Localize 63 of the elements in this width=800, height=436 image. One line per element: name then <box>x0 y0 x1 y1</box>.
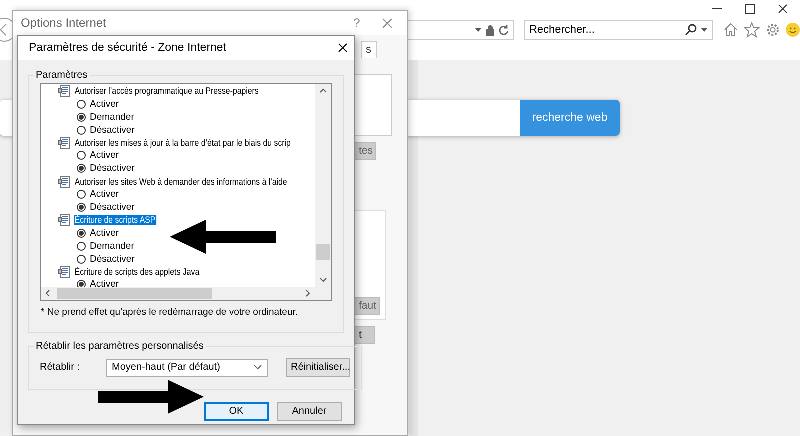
radio-button[interactable] <box>77 100 86 109</box>
reset-button[interactable]: Réinitialiser... <box>286 358 350 377</box>
option-label[interactable]: Demander <box>90 112 134 123</box>
option-label[interactable]: Activer <box>90 189 120 200</box>
level-dropdown[interactable]: Moyen-haut (Par défaut) <box>106 358 268 376</box>
option-label[interactable]: Désactiver <box>90 124 135 136</box>
setting-label[interactable]: Écriture de scripts des applets Java <box>74 266 200 277</box>
script-icon <box>58 214 71 226</box>
close-icon[interactable] <box>778 4 788 14</box>
field-label: Rétablir : <box>40 362 80 373</box>
script-icon <box>58 266 71 278</box>
scroll-up-icon[interactable] <box>320 88 326 93</box>
dropdown-icon[interactable] <box>700 28 708 32</box>
dropdown-icon[interactable] <box>475 28 482 32</box>
note-text: * Ne prend effet qu’après le redémarrage de votre ordinateur. <box>41 307 300 318</box>
group-label: Rétablir les paramètres personnalisés <box>35 341 205 352</box>
search-field[interactable]: Rechercher... <box>524 20 713 40</box>
setting-label[interactable]: Autoriser les sites Web à demander des informations à l’aide <box>74 176 288 187</box>
smiley-icon[interactable] <box>786 23 800 37</box>
dialog-button[interactable]: Annuler <box>277 402 342 421</box>
dialog-button[interactable]: OK <box>204 402 269 421</box>
option-label[interactable]: Désactiver <box>90 163 135 174</box>
home-icon[interactable] <box>722 22 739 38</box>
option-label[interactable]: Désactiver <box>90 202 135 213</box>
option-label[interactable]: Désactiver <box>90 254 135 265</box>
setting-label[interactable]: Écriture de scripts ASP <box>74 215 157 226</box>
script-icon <box>58 176 71 188</box>
script-icon <box>58 137 71 149</box>
radio-button[interactable] <box>77 254 86 264</box>
scroll-left-icon[interactable] <box>45 290 50 297</box>
scroll-down-icon[interactable] <box>320 278 326 283</box>
radio-button[interactable] <box>77 112 86 122</box>
radio-button[interactable] <box>77 228 86 238</box>
star-icon[interactable] <box>744 22 760 38</box>
search-icon[interactable] <box>684 24 697 36</box>
option-label[interactable]: Activer <box>90 228 120 239</box>
option-label[interactable]: Activer <box>90 150 120 162</box>
lock-icon <box>486 24 496 36</box>
radio-button[interactable] <box>77 190 86 200</box>
chevron-icon <box>254 365 262 370</box>
setting-label[interactable]: Autoriser l’accès programmatique au Presse-papiers <box>74 86 260 96</box>
settings-icon[interactable] <box>764 22 781 38</box>
radio-button[interactable] <box>77 126 86 135</box>
dialog-title: Paramètres de sécurité - Zone Internet <box>29 42 228 54</box>
refresh-icon[interactable] <box>499 25 510 35</box>
radio-button[interactable] <box>77 280 86 287</box>
tab[interactable]: s <box>361 41 376 58</box>
setting-label[interactable]: Autoriser les mises à jour à la barre d’état par le biais du scrip <box>74 138 292 148</box>
radio-button[interactable] <box>77 151 86 160</box>
dialog-title: Options Internet <box>21 16 108 30</box>
radio-button[interactable] <box>77 164 86 174</box>
option-label[interactable]: Activer <box>90 279 120 287</box>
radio-button[interactable] <box>77 242 86 251</box>
group-label: Paramètres <box>35 70 89 81</box>
radio-button[interactable] <box>77 202 86 212</box>
option-label[interactable]: Demander <box>90 240 134 252</box>
scrollbar-thumb[interactable] <box>57 288 212 299</box>
scrollbar-thumb[interactable] <box>316 244 330 260</box>
help-button[interactable]: ? <box>342 16 372 30</box>
close-icon[interactable] <box>338 43 348 53</box>
option-label[interactable]: Activer <box>90 98 120 110</box>
scroll-right-icon[interactable] <box>306 290 311 297</box>
maximize-icon[interactable] <box>745 4 755 14</box>
